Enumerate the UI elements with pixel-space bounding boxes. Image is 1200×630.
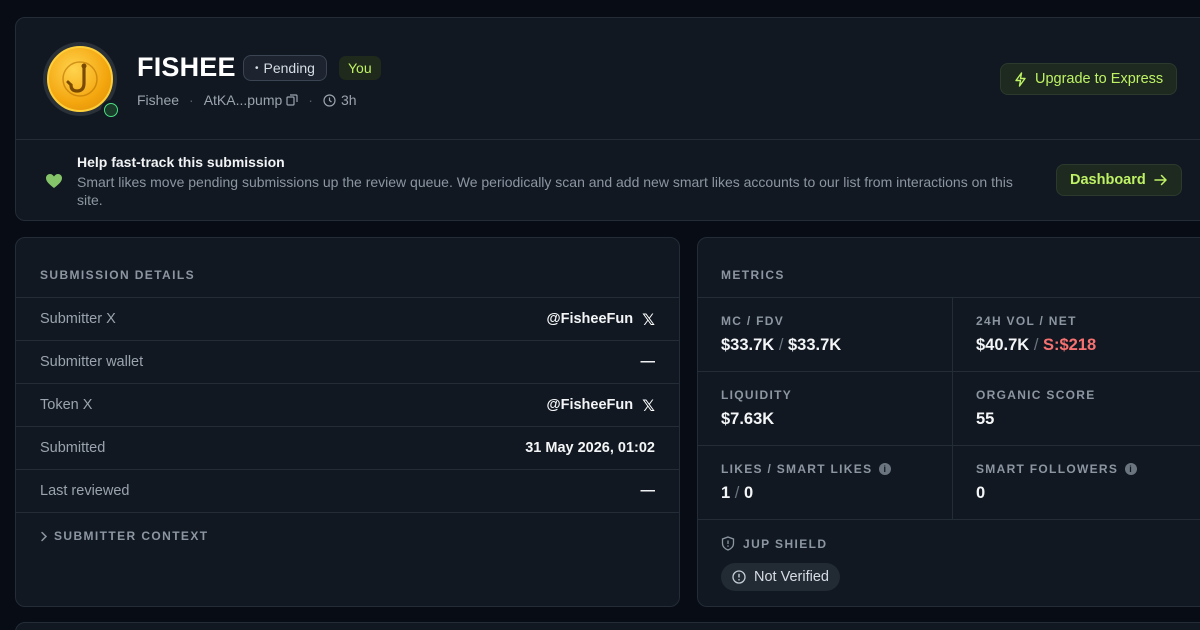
metrics-card: METRICS MC / FDV $33.7K / $33.7K 24H VOL…: [697, 237, 1200, 607]
token-name: Fishee: [137, 92, 180, 108]
status-dot-icon: •: [255, 62, 259, 74]
next-card: [15, 622, 1200, 630]
x-logo-icon: 𝕏: [642, 309, 655, 329]
section-title: SUBMISSION DETAILS: [40, 268, 195, 282]
token-header: FISHEE • Pending You Fishee · AtKA...pum…: [16, 18, 1200, 140]
submitter-x-link[interactable]: @FisheeFun 𝕏: [546, 310, 655, 329]
detail-row-token-x: Token X @FisheeFun 𝕏: [16, 384, 679, 427]
metric-likes: LIKES / SMART LIKES i 1 / 0: [698, 446, 953, 520]
alert-circle-icon: [732, 570, 746, 584]
clock-icon: [323, 93, 336, 107]
metric-vol-net: 24H VOL / NET $40.7K / S:$218: [953, 298, 1200, 372]
online-status-icon: [101, 100, 121, 120]
token-address[interactable]: AtKA...pump: [204, 92, 299, 108]
heart-icon: [46, 174, 62, 188]
banner-title: Help fast-track this submission: [77, 154, 285, 170]
you-badge: You: [339, 56, 381, 80]
metric-liquidity: LIQUIDITY $7.63K: [698, 372, 953, 446]
submitter-context-toggle[interactable]: SUBMITTER CONTEXT: [16, 513, 679, 543]
shield-icon: [721, 536, 735, 551]
token-meta: Fishee · AtKA...pump · 3h: [137, 92, 357, 108]
detail-row-submitter-wallet: Submitter wallet —: [16, 341, 679, 384]
lightning-icon: [1015, 71, 1026, 87]
token-x-link[interactable]: @FisheeFun 𝕏: [546, 396, 655, 415]
banner-text: Smart likes move pending submissions up …: [77, 174, 1013, 208]
token-age: 3h: [340, 92, 357, 108]
section-title: METRICS: [721, 268, 785, 282]
metric-organic-score: ORGANIC SCORE 55: [953, 372, 1200, 446]
x-logo-icon: 𝕏: [642, 395, 655, 415]
info-icon[interactable]: i: [1125, 463, 1138, 475]
arrow-right-icon: [1154, 174, 1167, 186]
jup-shield-section: JUP SHIELD Not Verified: [698, 520, 1200, 591]
shield-status-badge: Not Verified: [721, 563, 840, 591]
page-title: FISHEE: [137, 52, 236, 82]
detail-row-last-reviewed: Last reviewed —: [16, 470, 679, 513]
metric-mc-fdv: MC / FDV $33.7K / $33.7K: [698, 298, 953, 372]
status-badge: • Pending: [243, 55, 327, 81]
submission-details-card: SUBMISSION DETAILS Submitter X @FisheeFu…: [15, 237, 680, 607]
upgrade-express-button[interactable]: Upgrade to Express: [1000, 63, 1178, 95]
token-header-card: FISHEE • Pending You Fishee · AtKA...pum…: [15, 17, 1200, 221]
detail-row-submitted: Submitted 31 May 2026, 01:02: [16, 427, 679, 470]
chevron-right-icon: [41, 531, 48, 541]
dashboard-button[interactable]: Dashboard: [1056, 164, 1182, 196]
detail-row-submitter-x: Submitter X @FisheeFun 𝕏: [16, 298, 679, 341]
metric-smart-followers: SMART FOLLOWERS i 0: [953, 446, 1200, 520]
fast-track-banner: Help fast-track this submission Smart li…: [16, 140, 1200, 221]
info-icon[interactable]: i: [879, 463, 892, 475]
copy-icon[interactable]: [286, 94, 298, 106]
token-avatar: [43, 42, 121, 120]
